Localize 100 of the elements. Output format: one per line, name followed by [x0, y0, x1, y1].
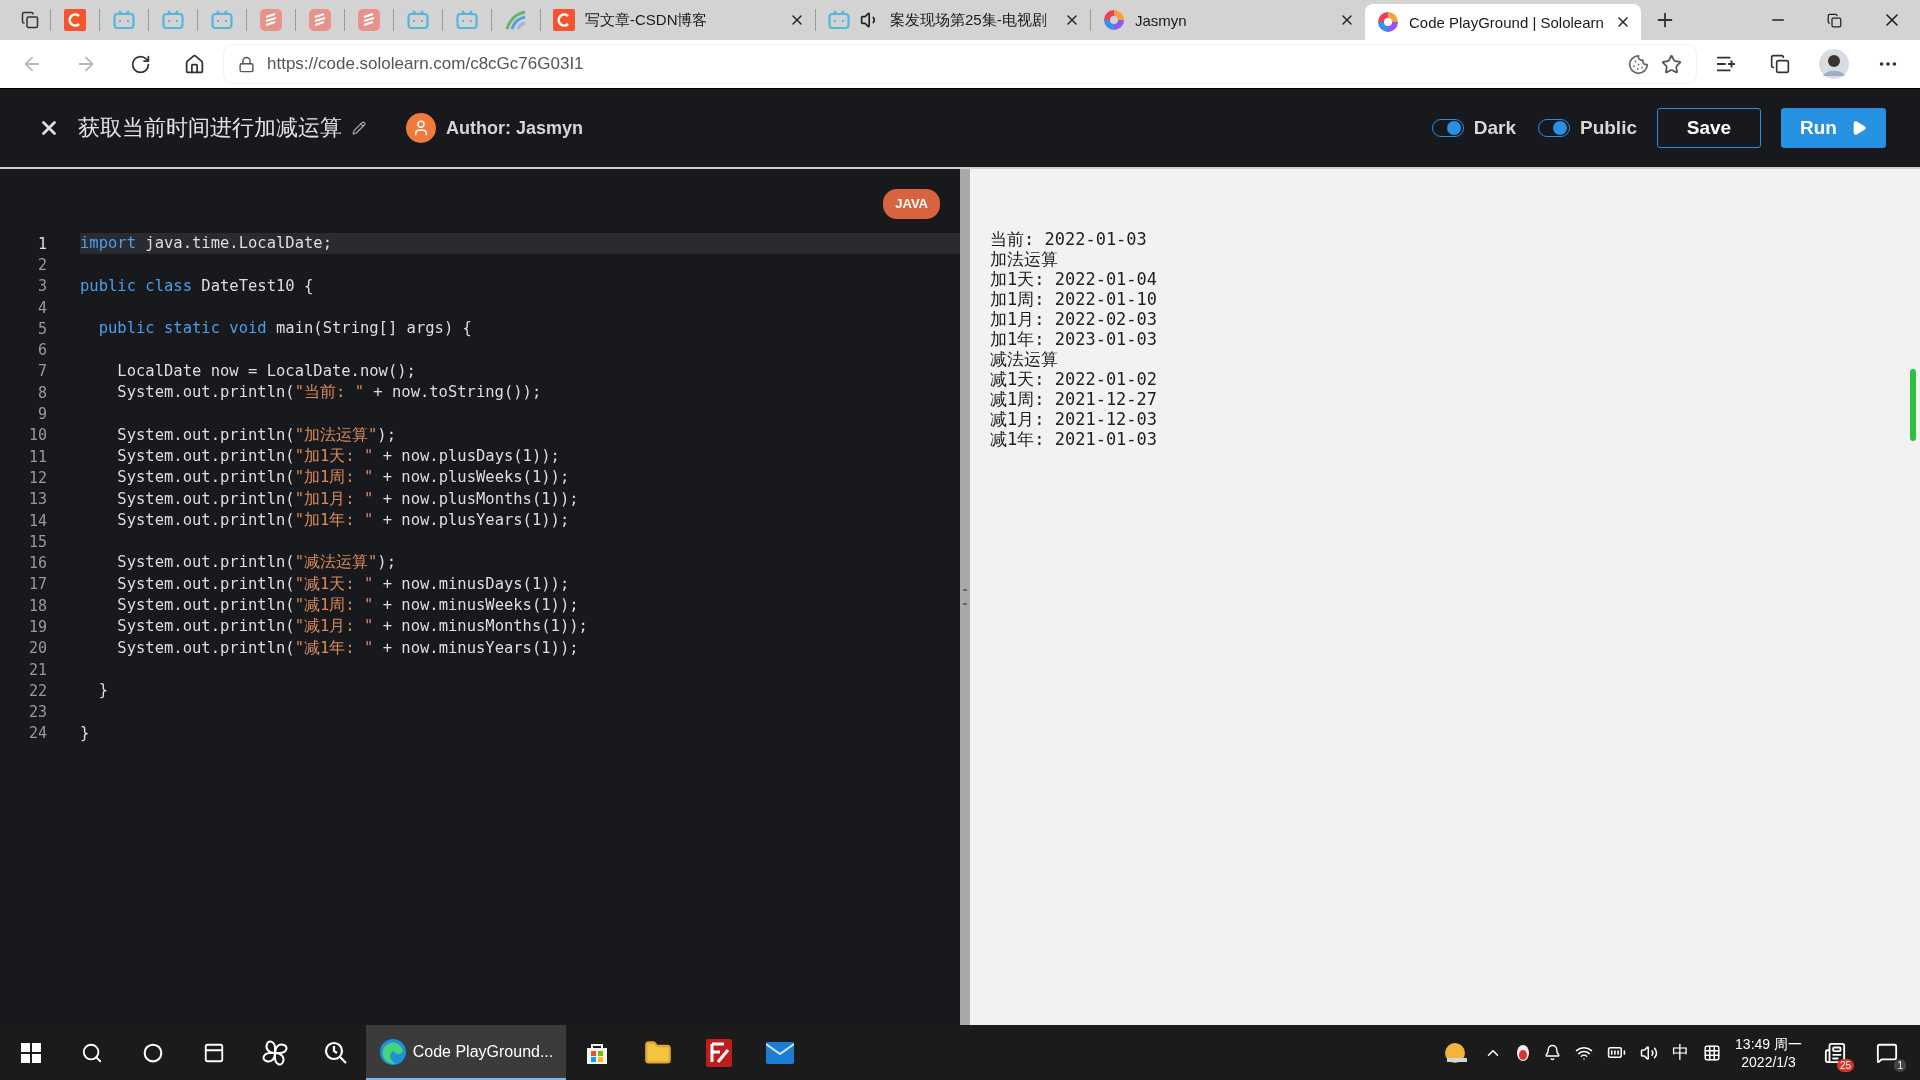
- mail-icon: [765, 1041, 794, 1064]
- message-icon: [1876, 1041, 1898, 1064]
- code-line: System.out.println("加1月: " + now.plusMonths(1));: [116, 488, 580, 510]
- code-line: System.out.println("加1周: " + now.plusWeeks(1));: [116, 467, 571, 489]
- line-number: 17: [27, 575, 47, 594]
- output-line: 加1天: 2022-01-04: [990, 269, 1159, 289]
- address-field[interactable]: https://code.sololearn.com/c8cGc76G03I1: [224, 45, 1696, 83]
- code-line: System.out.println("当前: " + now.toString());: [116, 382, 543, 404]
- tv-icon: [113, 10, 135, 30]
- windows-icon: [20, 1042, 41, 1063]
- line-number: 1: [36, 234, 47, 253]
- output-line: 加1周: 2022-01-10: [990, 289, 1159, 309]
- output-line: 加1年: 2023-01-03: [990, 329, 1159, 349]
- swirl-icon: [1377, 11, 1399, 33]
- line-number: 4: [36, 298, 47, 317]
- line-number: 2: [36, 255, 47, 274]
- code-line: public static void main(String[] args) {: [97, 318, 473, 340]
- output-line: 减1年: 2021-01-03: [990, 429, 1159, 449]
- task-view-icon: [202, 1041, 225, 1064]
- notification-button[interactable]: 1: [1868, 1033, 1906, 1072]
- output-line: 减1月: 2021-12-03: [990, 409, 1159, 429]
- news-button[interactable]: 25: [1816, 1033, 1854, 1072]
- bell-icon[interactable]: [1544, 1044, 1562, 1061]
- browser-tab[interactable]: Code PlayGround | Sololearn: [1365, 4, 1641, 40]
- code-line: public class DateTest10 {: [80, 275, 315, 297]
- browser-tab[interactable]: Jasmyn: [1091, 0, 1365, 40]
- browser-tab[interactable]: 案发现场第25集-电视剧: [816, 0, 1090, 40]
- magnifier-icon: [322, 1039, 349, 1066]
- code-line: }: [97, 680, 109, 702]
- edit-icon[interactable]: [352, 121, 366, 135]
- line-number: 9: [36, 405, 47, 423]
- code-line: System.out.println("加法运算");: [116, 424, 397, 446]
- line-number: 10: [27, 426, 47, 445]
- stack-icon: [358, 9, 380, 31]
- code-line: System.out.println("减1周: " + now.minusWeeks(1));: [116, 595, 580, 617]
- line-number: 5: [36, 319, 47, 338]
- code-line: }: [80, 722, 91, 744]
- tv-icon: [162, 10, 184, 30]
- output-line: 当前: 2022-01-03: [990, 229, 1148, 249]
- output-line: 减1周: 2021-12-27: [990, 389, 1159, 409]
- code-line: System.out.println("减法运算");: [116, 552, 397, 574]
- code-line: System.out.println("加1年: " + now.plusYears(1));: [116, 509, 571, 531]
- toggle-label: Public: [1580, 117, 1637, 139]
- tv-icon: [828, 10, 850, 30]
- line-number: 23: [27, 703, 47, 722]
- line-number: 20: [27, 639, 47, 658]
- keyboard-grid-icon[interactable]: [1703, 1043, 1722, 1062]
- author-name: Author: Jasmyn: [446, 117, 584, 139]
- clock[interactable]: 13:49 周一 2022/1/3: [1735, 1034, 1802, 1071]
- output-line: 加1月: 2022-02-03: [990, 309, 1159, 329]
- level-meter: [1910, 369, 1916, 441]
- taskbar-button[interactable]: Code PlayGround...: [366, 1025, 566, 1080]
- pinwheel-icon: [260, 1038, 289, 1067]
- line-number: 24: [27, 724, 47, 743]
- language-badge: JAVA: [883, 189, 940, 219]
- code-line: System.out.println("减1年: " + now.minusYears(1));: [116, 637, 580, 659]
- c-logo-icon: [553, 9, 575, 31]
- tv-icon: [407, 10, 429, 30]
- filezilla-icon: [705, 1038, 732, 1067]
- save-button[interactable]: Save: [1657, 108, 1761, 148]
- c-logo-icon: [64, 9, 86, 31]
- line-number: 8: [36, 383, 47, 402]
- line-number: 11: [27, 447, 47, 466]
- lock-icon: [238, 55, 255, 73]
- input-method[interactable]: 中: [1672, 1041, 1690, 1064]
- line-number: 12: [27, 468, 47, 487]
- line-number: 14: [27, 511, 47, 530]
- code-line: System.out.println("减1天: " + now.minusDays(1));: [116, 573, 571, 595]
- line-number: 21: [27, 660, 47, 679]
- line-number: 16: [27, 554, 47, 573]
- line-number: 22: [27, 681, 47, 700]
- tv-icon: [456, 10, 478, 30]
- cookie-icon[interactable]: [1628, 53, 1649, 75]
- line-number: 6: [36, 341, 47, 360]
- code-line: System.out.println("加1天: " + now.plusDays(1));: [116, 445, 561, 467]
- output-line: 减1天: 2022-01-02: [990, 369, 1159, 389]
- circle-icon: [142, 1042, 163, 1063]
- tv-icon: [211, 10, 233, 30]
- line-number: 15: [27, 532, 47, 551]
- output-line: 减法运算: [990, 349, 1059, 369]
- browser-tab[interactable]: 写文章-CSDN博客: [541, 0, 815, 40]
- line-number: 7: [36, 362, 47, 381]
- stack-icon: [309, 9, 331, 31]
- favorite-icon[interactable]: [1661, 53, 1682, 75]
- author-avatar: [406, 113, 436, 143]
- stack-icon: [260, 9, 282, 31]
- output-line: 加法运算: [990, 249, 1059, 269]
- code-title: 获取当前时间进行加减运算: [78, 114, 342, 142]
- toggle-label: Dark: [1473, 117, 1516, 139]
- code-line: LocalDate now = LocalDate.now();: [116, 360, 417, 382]
- code-line: System.out.println("减1月: " + now.minusMonths(1));: [116, 616, 589, 638]
- line-number: 13: [27, 490, 47, 509]
- search-icon: [80, 1041, 103, 1064]
- line-number: 19: [27, 618, 47, 636]
- swirl-icon: [1103, 9, 1125, 31]
- wave-icon: [505, 9, 527, 31]
- line-number: 3: [36, 277, 47, 296]
- line-number: 18: [27, 596, 47, 615]
- volume-icon[interactable]: [1640, 1043, 1659, 1062]
- penguin-icon[interactable]: [1516, 1043, 1531, 1062]
